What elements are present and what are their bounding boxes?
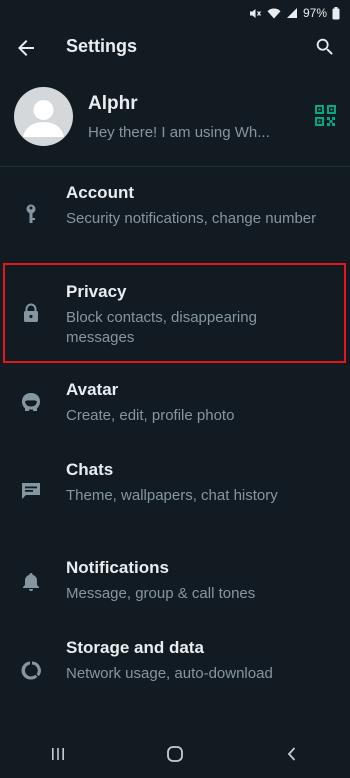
setting-subtitle: Network usage, auto-download (66, 665, 273, 682)
setting-subtitle: Security notifications, change number (66, 210, 317, 227)
qr-code-icon (315, 105, 336, 126)
signal-icon (286, 8, 297, 18)
setting-title: Notifications (66, 558, 169, 577)
mute-icon (249, 8, 261, 18)
key-icon (26, 204, 36, 223)
setting-account[interactable]: Account Security notifications, change n… (0, 175, 350, 255)
setting-title: Storage and data (66, 638, 204, 657)
page-title: Settings (66, 36, 138, 56)
profile-divider (0, 166, 350, 167)
recent-apps-icon (52, 748, 65, 760)
setting-chats[interactable]: Chats Theme, wallpapers, chat history (0, 451, 350, 533)
back-button[interactable] (14, 36, 38, 60)
profile-status: Hey there! I am using Wh... (88, 124, 270, 141)
profile-row[interactable]: Alphr Hey there! I am using Wh... (0, 82, 350, 152)
setting-subtitle: Theme, wallpapers, chat history (66, 487, 278, 504)
chat-icon (22, 483, 40, 499)
setting-title: Avatar (66, 380, 119, 399)
status-bar: 97% (0, 0, 350, 26)
setting-title: Account (66, 183, 134, 202)
home-icon (167, 746, 183, 762)
search-button[interactable] (314, 36, 336, 58)
arrow-left-icon (18, 40, 34, 56)
bell-icon (23, 573, 39, 591)
system-back-button[interactable] (272, 734, 312, 774)
system-navigation-bar (0, 730, 350, 778)
setting-storage-and-data[interactable]: Storage and data Network usage, auto-dow… (0, 630, 350, 712)
profile-name: Alphr (88, 93, 138, 114)
avatar-face-icon (22, 393, 40, 411)
setting-avatar[interactable]: Avatar Create, edit, profile photo (0, 372, 350, 434)
qr-code-button[interactable] (315, 105, 336, 126)
wifi-icon (267, 8, 281, 19)
home-button[interactable] (155, 734, 195, 774)
back-icon (287, 747, 295, 761)
data-usage-icon (21, 661, 41, 680)
battery-icon (332, 6, 340, 19)
setting-subtitle: Message, group & call tones (66, 585, 256, 602)
default-avatar-icon (23, 100, 64, 137)
avatar[interactable] (14, 87, 73, 146)
battery-percent: 97% (302, 6, 327, 20)
setting-title: Chats (66, 460, 114, 479)
privacy-highlight-box (3, 263, 346, 363)
setting-notifications[interactable]: Notifications Message, group & call tone… (0, 550, 350, 612)
recent-apps-button[interactable] (38, 734, 78, 774)
setting-subtitle: Create, edit, profile photo (66, 407, 235, 424)
search-icon (316, 38, 333, 55)
app-bar: Settings (0, 26, 350, 70)
